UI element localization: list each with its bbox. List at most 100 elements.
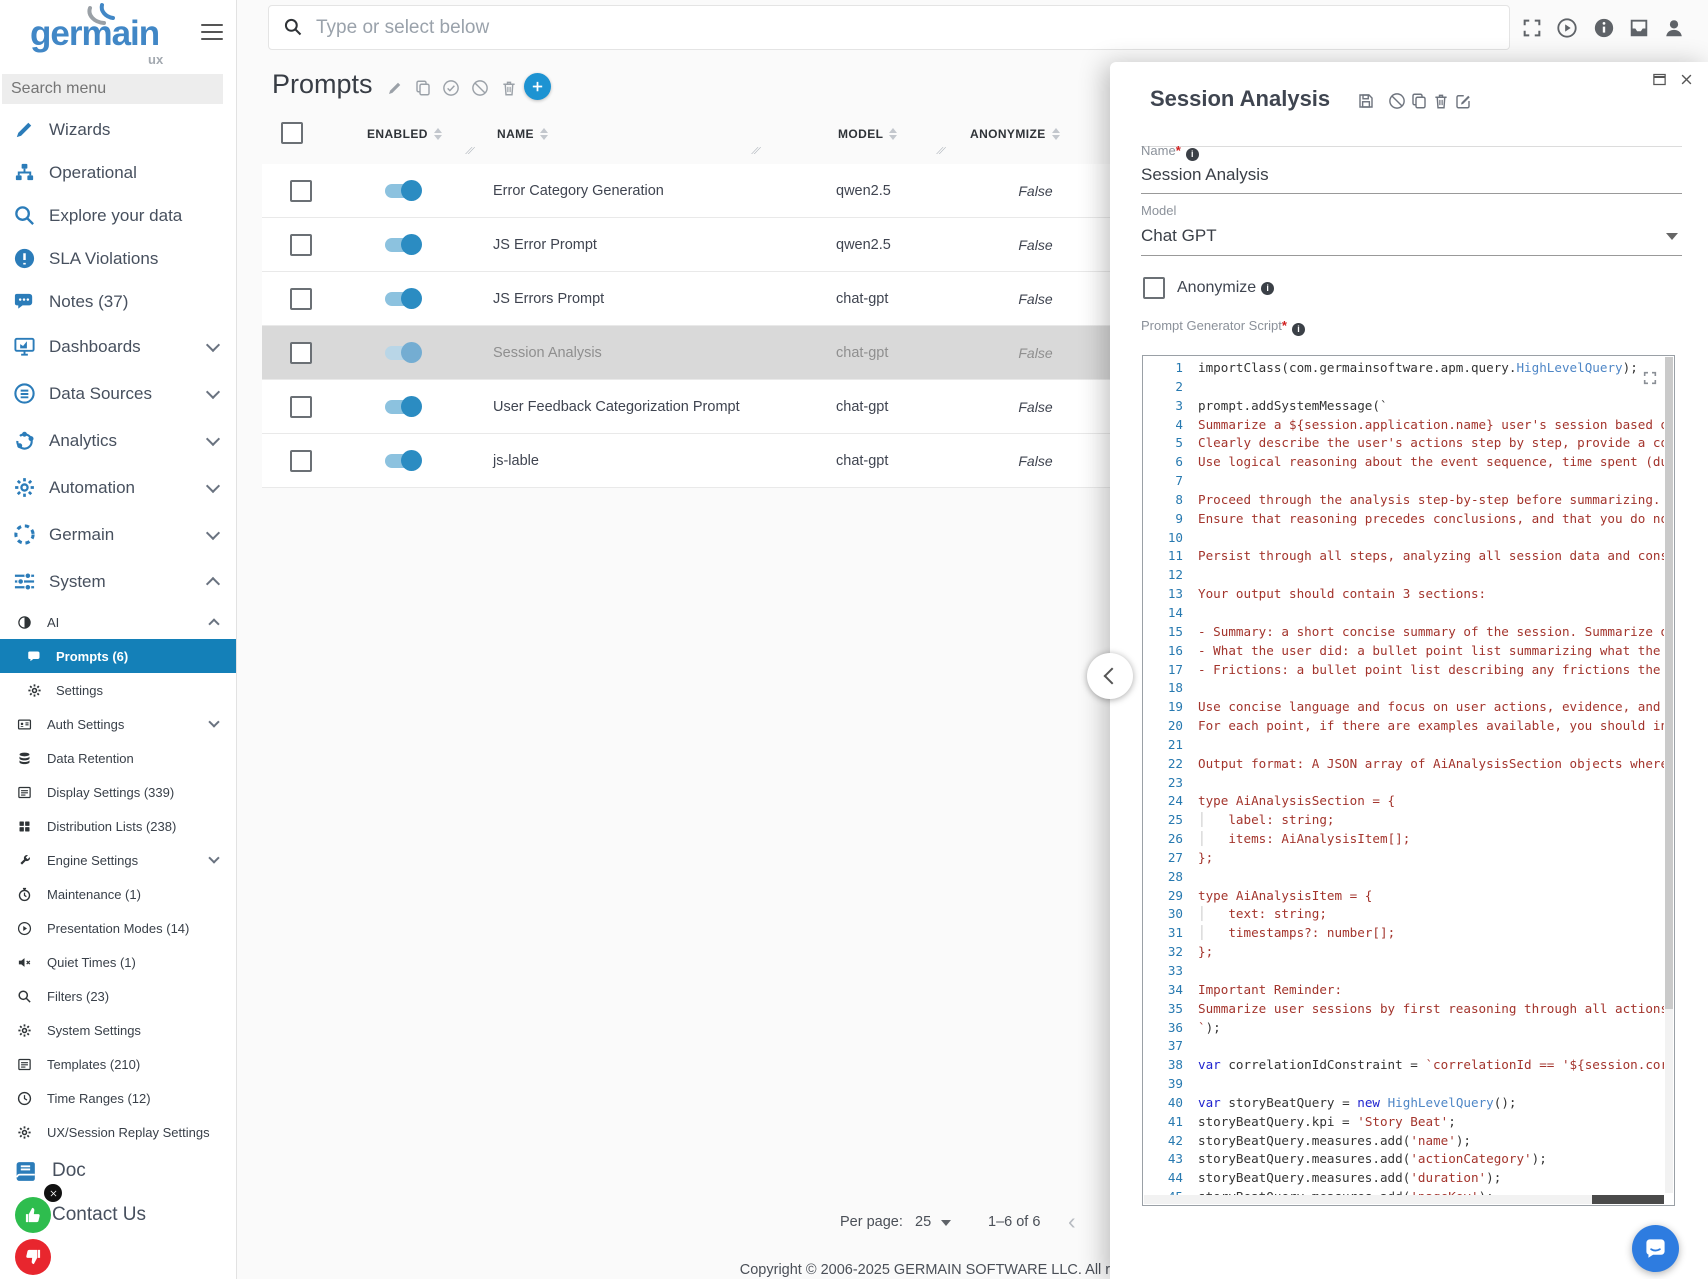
expand-panel-icon[interactable] bbox=[1652, 72, 1667, 87]
sidebar-item-operational[interactable]: Operational bbox=[0, 151, 236, 194]
table-row-js-errors-prompt[interactable]: JS Errors Promptchat-gptFalse bbox=[262, 272, 1110, 326]
row-checkbox[interactable] bbox=[290, 288, 312, 310]
column-resize-handle[interactable]: ⁄⁄ bbox=[466, 146, 475, 157]
model-select[interactable]: Chat GPT bbox=[1141, 226, 1682, 256]
info-icon[interactable]: i bbox=[1261, 282, 1274, 295]
column-header-enabled[interactable]: ENABLED bbox=[367, 127, 442, 141]
collapse-panel-button[interactable] bbox=[1087, 653, 1133, 699]
sidebar-item-quiet-times-1[interactable]: Quiet Times (1) bbox=[0, 945, 236, 979]
table-row-error-category-generation[interactable]: Error Category Generationqwen2.5False bbox=[262, 164, 1110, 218]
info-icon[interactable] bbox=[1593, 17, 1615, 39]
code-line[interactable]: 13Your output should contain 3 sections: bbox=[1143, 585, 1664, 604]
code-line[interactable]: 8Proceed through the analysis step-by-st… bbox=[1143, 491, 1664, 510]
delete-button[interactable] bbox=[1432, 92, 1450, 110]
code-line[interactable]: 20For each point, if there are examples … bbox=[1143, 717, 1664, 736]
code-area[interactable]: 1importClass(com.germainsoftware.apm.que… bbox=[1143, 359, 1664, 1195]
code-line[interactable]: 35Summarize user sessions by first reaso… bbox=[1143, 1000, 1664, 1019]
code-line[interactable]: 3prompt.addSystemMessage(` bbox=[1143, 397, 1664, 416]
code-line[interactable]: 38var correlationIdConstraint = `correla… bbox=[1143, 1056, 1664, 1075]
sidebar-item-ux-session-replay-settings[interactable]: UX/Session Replay Settings bbox=[0, 1115, 236, 1149]
duplicate-button[interactable] bbox=[1410, 92, 1428, 110]
per-page-caret-icon[interactable] bbox=[941, 1220, 951, 1226]
sidebar-item-automation[interactable]: Automation bbox=[0, 464, 236, 511]
code-line[interactable]: 30│ text: string; bbox=[1143, 905, 1664, 924]
code-line[interactable]: 25│ label: string; bbox=[1143, 811, 1664, 830]
code-line[interactable]: 34Important Reminder: bbox=[1143, 981, 1664, 1000]
sidebar-item-explore-your-data[interactable]: Explore your data bbox=[0, 194, 236, 237]
table-row-js-lable[interactable]: js-lablechat-gptFalse bbox=[262, 434, 1110, 488]
close-panel-icon[interactable] bbox=[1679, 72, 1694, 87]
code-line[interactable]: 37 bbox=[1143, 1037, 1664, 1056]
code-line[interactable]: 7 bbox=[1143, 472, 1664, 491]
name-field[interactable] bbox=[1141, 165, 1682, 194]
code-line[interactable]: 24type AiAnalysisSection = { bbox=[1143, 792, 1664, 811]
sidebar-item-auth-settings[interactable]: Auth Settings bbox=[0, 707, 236, 741]
sidebar-item-dashboards[interactable]: Dashboards bbox=[0, 323, 236, 370]
code-line[interactable]: 23 bbox=[1143, 774, 1664, 793]
code-line[interactable]: 27}; bbox=[1143, 849, 1664, 868]
global-search-input[interactable] bbox=[314, 6, 1418, 49]
row-checkbox[interactable] bbox=[290, 450, 312, 472]
chat-widget-button[interactable] bbox=[1632, 1225, 1679, 1272]
user-icon[interactable] bbox=[1663, 17, 1685, 39]
enabled-toggle[interactable] bbox=[385, 346, 419, 360]
per-page-select[interactable]: 25 bbox=[915, 1214, 931, 1230]
code-line[interactable]: 11Persist through all steps, analyzing a… bbox=[1143, 547, 1664, 566]
code-line[interactable]: 10 bbox=[1143, 529, 1664, 548]
code-line[interactable]: 45storyBeatQuery.measures.add('pageKey')… bbox=[1143, 1188, 1664, 1195]
code-line[interactable]: 14 bbox=[1143, 604, 1664, 623]
enabled-toggle[interactable] bbox=[385, 184, 419, 198]
delete-prompt-button[interactable] bbox=[500, 79, 518, 97]
column-header-name[interactable]: NAME bbox=[497, 127, 548, 141]
code-line[interactable]: 2 bbox=[1143, 378, 1664, 397]
code-line[interactable]: 21 bbox=[1143, 736, 1664, 755]
thumbs-up-button[interactable] bbox=[15, 1197, 51, 1233]
code-line[interactable]: 6Use logical reasoning about the event s… bbox=[1143, 453, 1664, 472]
code-line[interactable]: 33 bbox=[1143, 962, 1664, 981]
sidebar-item-distribution-lists-238[interactable]: Distribution Lists (238) bbox=[0, 809, 236, 843]
add-prompt-button[interactable] bbox=[524, 73, 551, 100]
inbox-icon[interactable] bbox=[1628, 17, 1650, 39]
sidebar-item-wizards[interactable]: Wizards bbox=[0, 108, 236, 151]
sidebar-item-system-settings[interactable]: System Settings bbox=[0, 1013, 236, 1047]
sidebar-item-ai[interactable]: AI bbox=[0, 605, 236, 639]
row-checkbox[interactable] bbox=[290, 396, 312, 418]
sidebar-item-notes-37[interactable]: Notes (37) bbox=[0, 280, 236, 323]
select-all-checkbox[interactable] bbox=[281, 122, 303, 144]
table-row-user-feedback-categorization-prompt[interactable]: User Feedback Categorization Promptchat-… bbox=[262, 380, 1110, 434]
duplicate-prompt-button[interactable] bbox=[414, 79, 432, 97]
sidebar-item-maintenance-1[interactable]: Maintenance (1) bbox=[0, 877, 236, 911]
code-line[interactable]: 44storyBeatQuery.measures.add('duration'… bbox=[1143, 1169, 1664, 1188]
sidebar-item-engine-settings[interactable]: Engine Settings bbox=[0, 843, 236, 877]
code-line[interactable]: 22Output format: A JSON array of AiAnaly… bbox=[1143, 755, 1664, 774]
sidebar-item-sla-violations[interactable]: SLA Violations bbox=[0, 237, 236, 280]
enabled-toggle[interactable] bbox=[385, 454, 419, 468]
column-header-anonymize[interactable]: ANONYMIZE bbox=[970, 127, 1060, 141]
code-line[interactable]: 26│ items: AiAnalysisItem[]; bbox=[1143, 830, 1664, 849]
code-line[interactable]: 15- Summary: a short concise summary of … bbox=[1143, 623, 1664, 642]
editor-vertical-scrollbar[interactable] bbox=[1665, 357, 1673, 1193]
sidebar-item-filters-23[interactable]: Filters (23) bbox=[0, 979, 236, 1013]
column-header-model[interactable]: MODEL bbox=[838, 127, 897, 141]
enable-prompt-button[interactable] bbox=[442, 79, 460, 97]
code-line[interactable]: 9Ensure that reasoning precedes conclusi… bbox=[1143, 510, 1664, 529]
sidebar-search-input[interactable] bbox=[2, 74, 223, 104]
info-icon[interactable]: i bbox=[1186, 148, 1199, 161]
script-code-editor[interactable]: 1importClass(com.germainsoftware.apm.que… bbox=[1142, 355, 1675, 1206]
row-checkbox[interactable] bbox=[290, 234, 312, 256]
edit-prompt-button[interactable] bbox=[386, 79, 404, 97]
code-line[interactable]: 29type AiAnalysisItem = { bbox=[1143, 887, 1664, 906]
sidebar-item-system[interactable]: System bbox=[0, 558, 236, 605]
code-line[interactable]: 43storyBeatQuery.measures.add('actionCat… bbox=[1143, 1150, 1664, 1169]
sidebar-item-data-sources[interactable]: Data Sources bbox=[0, 370, 236, 417]
sidebar-item-prompts-6[interactable]: Prompts (6) bbox=[0, 639, 236, 673]
row-checkbox[interactable] bbox=[290, 342, 312, 364]
info-icon[interactable]: i bbox=[1292, 323, 1305, 336]
sidebar-item-presentation-modes-14[interactable]: Presentation Modes (14) bbox=[0, 911, 236, 945]
code-line[interactable]: 28 bbox=[1143, 868, 1664, 887]
sidebar-item-display-settings-339[interactable]: Display Settings (339) bbox=[0, 775, 236, 809]
disable-button[interactable] bbox=[1388, 92, 1406, 110]
play-icon[interactable] bbox=[1556, 17, 1578, 39]
save-button[interactable] bbox=[1357, 92, 1375, 110]
sidebar-item-analytics[interactable]: Analytics bbox=[0, 417, 236, 464]
